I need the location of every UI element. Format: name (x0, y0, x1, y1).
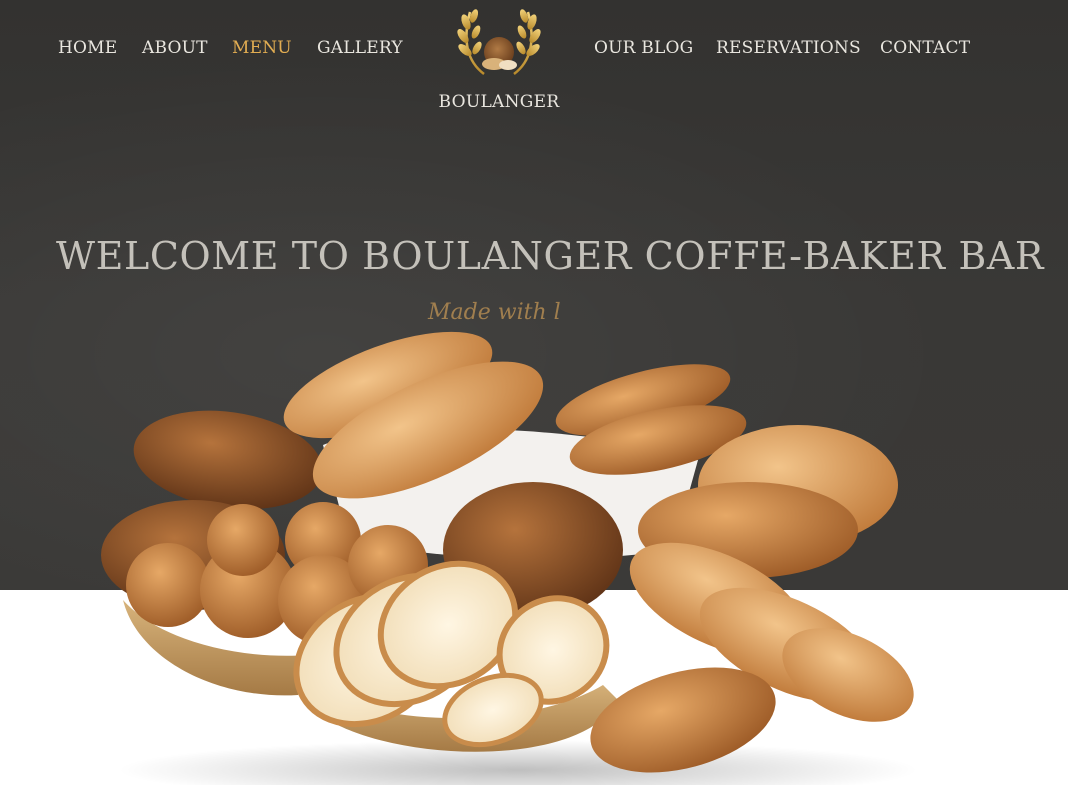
logo-text: BOULANGER (438, 92, 560, 112)
nav-reservations[interactable]: RESERVATIONS (716, 38, 861, 58)
nav-contact[interactable]: CONTACT (880, 38, 970, 58)
nav-gallery[interactable]: GALLERY (317, 38, 403, 58)
nav-home[interactable]: HOME (58, 38, 117, 58)
wheat-wreath-icon (457, 9, 541, 75)
nav-about[interactable]: ABOUT (142, 38, 208, 58)
nav-our-blog[interactable]: OUR BLOG (594, 38, 693, 58)
page-title: WELCOME TO BOULANGER COFFE-BAKER BAR (56, 234, 1045, 278)
nav-menu[interactable]: MENU (232, 38, 292, 58)
bread-assortment-image (101, 331, 918, 785)
